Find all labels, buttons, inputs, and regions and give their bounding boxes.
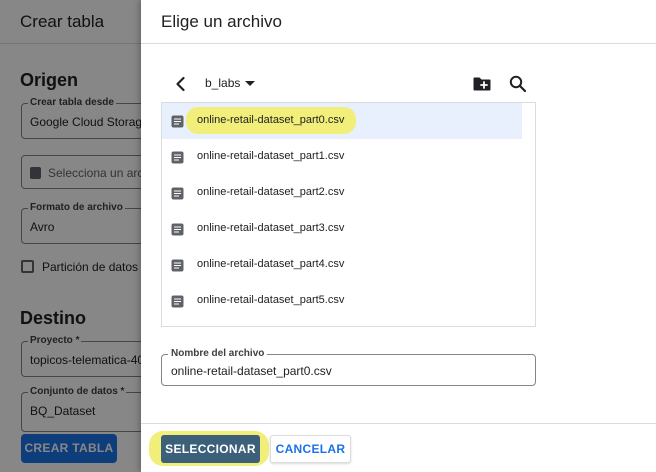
file-name: online-retail-dataset_part4.csv — [197, 258, 345, 270]
file-name: online-retail-dataset_part5.csv — [197, 294, 345, 306]
file-name: online-retail-dataset_part0.csv — [197, 114, 345, 126]
file-name: online-retail-dataset_part1.csv — [197, 150, 345, 162]
file-row[interactable]: online-retail-dataset_part5.csv — [162, 283, 522, 319]
document-icon — [171, 259, 184, 272]
filename-label: Nombre del archivo — [168, 348, 268, 359]
select-button[interactable]: SELECCIONAR — [161, 435, 260, 463]
document-icon — [171, 223, 184, 236]
document-icon — [171, 151, 184, 164]
file-row[interactable]: online-retail-dataset_part2.csv — [162, 175, 522, 211]
dialog-title: Elige un archivo — [161, 12, 282, 31]
dialog-header: Elige un archivo — [141, 0, 656, 44]
file-row[interactable]: online-retail-dataset_part3.csv — [162, 211, 522, 247]
arrow-back-icon[interactable] — [171, 74, 191, 94]
filename-field[interactable]: Nombre del archivo — [161, 348, 536, 386]
caret-down-icon — [245, 80, 256, 86]
cancel-button[interactable]: CANCELAR — [270, 435, 351, 463]
file-row[interactable]: online-retail-dataset_part1.csv — [162, 139, 522, 175]
document-icon — [171, 295, 184, 308]
filename-input[interactable] — [171, 364, 521, 378]
file-row[interactable]: online-retail-dataset_part4.csv — [162, 247, 522, 283]
create-new-folder-icon[interactable] — [472, 74, 492, 94]
document-icon — [171, 187, 184, 200]
file-list: online-retail-dataset_part0.csv online-re… — [161, 102, 536, 327]
document-icon — [171, 115, 184, 128]
file-row[interactable]: online-retail-dataset_part0.csv — [162, 103, 522, 139]
bucket-dropdown[interactable]: b_labs — [205, 76, 256, 90]
search-icon[interactable] — [508, 74, 528, 94]
file-name: online-retail-dataset_part2.csv — [197, 186, 345, 198]
bucket-name: b_labs — [205, 76, 241, 90]
file-chooser-dialog: Elige un archivo b_labs online-retail-da… — [141, 0, 656, 472]
file-name: online-retail-dataset_part3.csv — [197, 222, 345, 234]
dialog-footer: SELECCIONAR CANCELAR — [141, 423, 656, 472]
